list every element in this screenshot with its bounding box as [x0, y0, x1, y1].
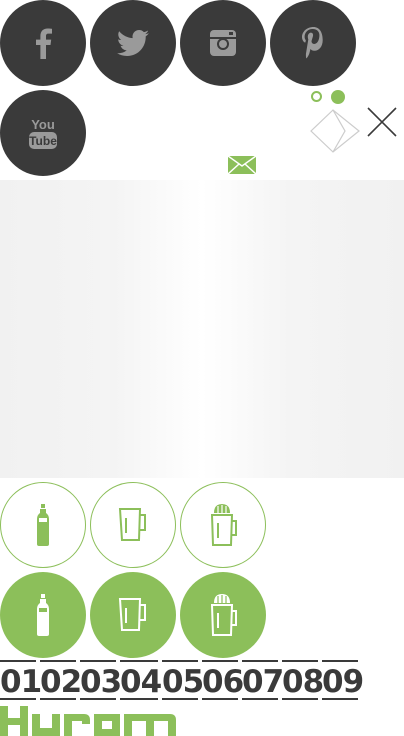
juicer-icon: [210, 594, 237, 636]
bottle-icon: [37, 504, 49, 546]
youtube-icon: You Tube: [29, 117, 57, 149]
instagram-button[interactable]: [180, 0, 266, 86]
instagram-icon: [210, 30, 236, 56]
juicer-icon: [210, 504, 237, 546]
number-item[interactable]: 08: [282, 660, 324, 700]
envelope-icon[interactable]: [228, 156, 256, 174]
pager-dot-1[interactable]: [311, 91, 322, 102]
pager-dot-2-active[interactable]: [331, 90, 345, 104]
youtube-tube-text: Tube: [29, 134, 57, 148]
hero-image-area: [0, 180, 404, 478]
twitter-button[interactable]: [90, 0, 176, 86]
twitter-icon: [117, 30, 149, 56]
pitcher-icon: [118, 508, 146, 541]
facebook-icon: [36, 28, 52, 59]
number-item[interactable]: 01: [0, 660, 42, 700]
number-item[interactable]: 06: [202, 660, 244, 700]
number-item[interactable]: 05: [162, 660, 204, 700]
product-pitcher-outline[interactable]: [90, 482, 176, 568]
number-item[interactable]: 02: [40, 660, 82, 700]
youtube-button[interactable]: You Tube: [0, 90, 86, 176]
product-bottle-outline[interactable]: [0, 482, 86, 568]
number-item[interactable]: 07: [242, 660, 284, 700]
diamond-icon[interactable]: [309, 108, 361, 154]
facebook-button[interactable]: [0, 0, 86, 86]
close-icon[interactable]: [366, 106, 398, 138]
pinterest-button[interactable]: [270, 0, 356, 86]
youtube-you-text: You: [31, 117, 55, 132]
number-item[interactable]: 04: [120, 660, 162, 700]
pitcher-icon: [118, 598, 146, 631]
number-item[interactable]: 09: [322, 660, 364, 700]
number-navigation: 01 02 03 04 05 06 07 08 09: [0, 660, 404, 704]
number-item[interactable]: 03: [80, 660, 122, 700]
product-pitcher-filled[interactable]: [90, 572, 176, 658]
product-bottle-filled[interactable]: [0, 572, 86, 658]
bottle-icon: [37, 594, 49, 636]
product-juicer-filled[interactable]: [180, 572, 266, 658]
hurom-logo[interactable]: [0, 704, 176, 736]
product-juicer-outline[interactable]: [180, 482, 266, 568]
pinterest-icon: [302, 27, 323, 59]
